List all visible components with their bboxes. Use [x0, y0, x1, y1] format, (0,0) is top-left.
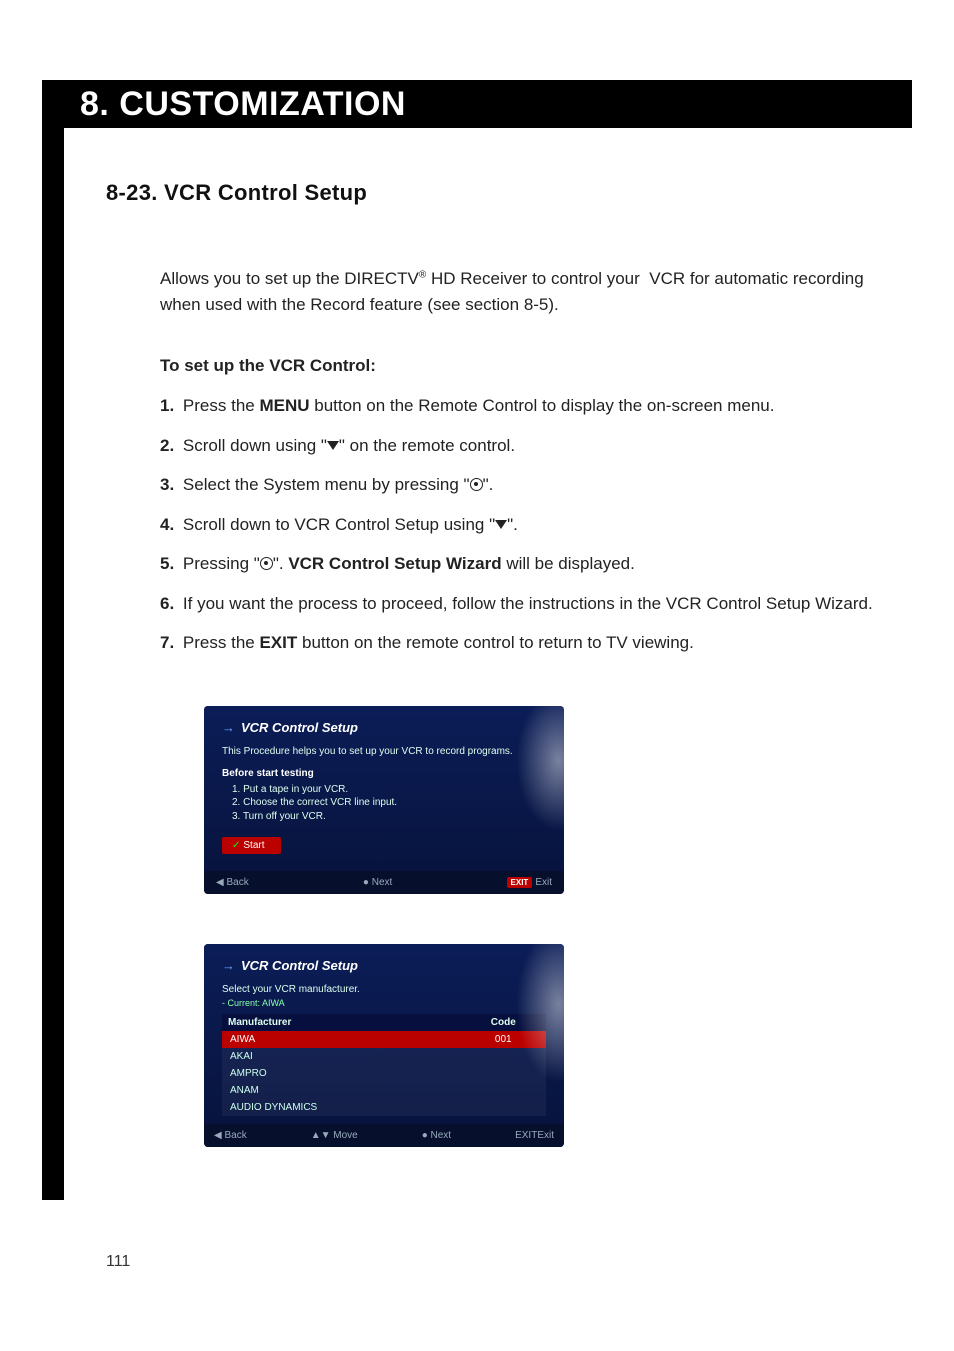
list-item: 3. Turn off your VCR.	[232, 810, 546, 824]
step-num: 2.	[160, 436, 174, 455]
step-2: 2. Scroll down using "" on the remote co…	[160, 433, 874, 459]
footer-back: ◀ Back	[216, 877, 249, 888]
step-3: 3. Select the System menu by pressing " "…	[160, 472, 874, 498]
cell-manufacturer: AMPRO	[222, 1065, 461, 1082]
screenshot-body: → VCR Control Setup Select your VCR manuf…	[204, 944, 564, 1124]
step-num: 6.	[160, 594, 174, 613]
screenshot-select-text: Select your VCR manufacturer.	[222, 983, 546, 996]
list-item: 1. Put a tape in your VCR.	[232, 783, 546, 797]
cell-code	[461, 1065, 547, 1082]
arrow-icon: →	[222, 958, 235, 973]
step-bold: VCR Control Setup Wizard	[288, 554, 501, 573]
intro-text: Allows you to set up the DIRECTV® HD Rec…	[160, 269, 864, 314]
step-text-b: button on the remote control to return t…	[297, 633, 694, 652]
footer-exit: EXITExit	[507, 877, 552, 888]
table-row: AIWA001	[222, 1031, 546, 1048]
screenshot-title: → VCR Control Setup	[222, 958, 546, 973]
screenshot-current: - Current: AIWA	[222, 998, 546, 1008]
step-6: 6. If you want the process to proceed, f…	[160, 591, 874, 617]
cell-manufacturer: AUDIO DYNAMICS	[222, 1099, 461, 1116]
step-text: Scroll down using "" on the remote contr…	[183, 436, 515, 455]
chapter-title-bar: 8. CUSTOMIZATION	[42, 80, 912, 128]
cell-code	[461, 1048, 547, 1065]
screenshot-footer: ◀ Back ● Next EXITExit	[204, 871, 564, 894]
table-row: AMPRO	[222, 1065, 546, 1082]
cell-code	[461, 1099, 547, 1116]
screenshot-footer: ◀ Back ▲▼ Move ● Next EXITExit	[204, 1124, 564, 1147]
screenshot-before-heading: Before start testing	[222, 768, 546, 779]
step-text: If you want the process to proceed, foll…	[183, 594, 873, 613]
select-icon	[470, 478, 483, 491]
step-num: 5.	[160, 554, 174, 573]
step-text-a: Pressing "	[183, 554, 260, 573]
step-num: 4.	[160, 515, 174, 534]
step-num: 3.	[160, 475, 174, 494]
exit-label: Exit	[535, 877, 552, 888]
exit-badge: EXIT	[515, 1130, 537, 1141]
table-row: ANAM	[222, 1082, 546, 1099]
check-icon: ✓	[232, 840, 240, 851]
cell-manufacturer: AIWA	[222, 1031, 461, 1048]
step-list: 1. Press the MENU button on the Remote C…	[160, 393, 874, 656]
select-icon	[260, 557, 273, 570]
step-text-a: Press the	[183, 396, 260, 415]
section-heading: 8-23. VCR Control Setup	[106, 180, 874, 206]
footer-exit: EXITExit	[515, 1130, 554, 1141]
step-text-c: will be displayed.	[502, 554, 635, 573]
footer-next: ● Next	[363, 877, 392, 888]
table-row: AKAI	[222, 1048, 546, 1065]
step-text: Scroll down to VCR Control Setup using "…	[183, 515, 518, 534]
step-7: 7. Press the EXIT button on the remote c…	[160, 630, 874, 656]
screenshot-body: → VCR Control Setup This Procedure helps …	[204, 706, 564, 871]
step-bold: MENU	[259, 396, 309, 415]
start-label: Start	[243, 840, 264, 851]
page-number: 111	[106, 1253, 130, 1271]
step-bold: EXIT	[259, 633, 297, 652]
down-triangle-icon	[327, 441, 339, 450]
step-num: 1.	[160, 396, 174, 415]
screenshot-vcr-setup-1: → VCR Control Setup This Procedure helps …	[204, 706, 564, 894]
screenshot-title-text: VCR Control Setup	[241, 720, 358, 735]
footer-next: ● Next	[422, 1130, 451, 1141]
screenshot-vcr-setup-2: → VCR Control Setup Select your VCR manuf…	[204, 944, 564, 1147]
cell-code: 001	[461, 1031, 547, 1048]
col-code: Code	[461, 1014, 547, 1031]
step-text-b: ".	[483, 475, 494, 494]
cell-code	[461, 1082, 547, 1099]
intro-paragraph: Allows you to set up the DIRECTV® HD Rec…	[160, 266, 874, 319]
screenshot-title-text: VCR Control Setup	[241, 958, 358, 973]
step-text-b: ".	[273, 554, 288, 573]
manufacturer-table: Manufacturer Code AIWA001 AKAI AMPRO ANA…	[222, 1014, 546, 1116]
start-button: ✓Start	[222, 837, 281, 854]
cell-manufacturer: ANAM	[222, 1082, 461, 1099]
table-row: AUDIO DYNAMICS	[222, 1099, 546, 1116]
sub-heading: To set up the VCR Control:	[160, 353, 874, 379]
table-header-row: Manufacturer Code	[222, 1014, 546, 1031]
down-triangle-icon	[495, 520, 507, 529]
step-1: 1. Press the MENU button on the Remote C…	[160, 393, 874, 419]
step-num: 7.	[160, 633, 174, 652]
step-5: 5. Pressing " ". VCR Control Setup Wizard…	[160, 551, 874, 577]
arrow-icon: →	[222, 720, 235, 735]
step-text-a: Press the	[183, 633, 260, 652]
step-text-a: Select the System menu by pressing "	[183, 475, 470, 494]
exit-label: Exit	[537, 1130, 554, 1141]
screenshot-before-list: 1. Put a tape in your VCR. 2. Choose the…	[232, 783, 546, 824]
step-text-b: button on the Remote Control to display …	[310, 396, 775, 415]
exit-badge: EXIT	[507, 877, 533, 888]
footer-move: ▲▼ Move	[311, 1130, 358, 1141]
footer-back: ◀ Back	[214, 1130, 247, 1141]
body-text: Allows you to set up the DIRECTV® HD Rec…	[160, 266, 874, 656]
screenshot-description: This Procedure helps you to set up your …	[222, 745, 546, 758]
chapter-title: 8. CUSTOMIZATION	[80, 85, 406, 124]
step-4: 4. Scroll down to VCR Control Setup usin…	[160, 512, 874, 538]
list-item: 2. Choose the correct VCR line input.	[232, 796, 546, 810]
page-content: 8-23. VCR Control Setup Allows you to se…	[106, 180, 874, 1147]
cell-manufacturer: AKAI	[222, 1048, 461, 1065]
left-margin-bar	[42, 80, 64, 1200]
screenshot-title: → VCR Control Setup	[222, 720, 546, 735]
col-manufacturer: Manufacturer	[222, 1014, 461, 1031]
